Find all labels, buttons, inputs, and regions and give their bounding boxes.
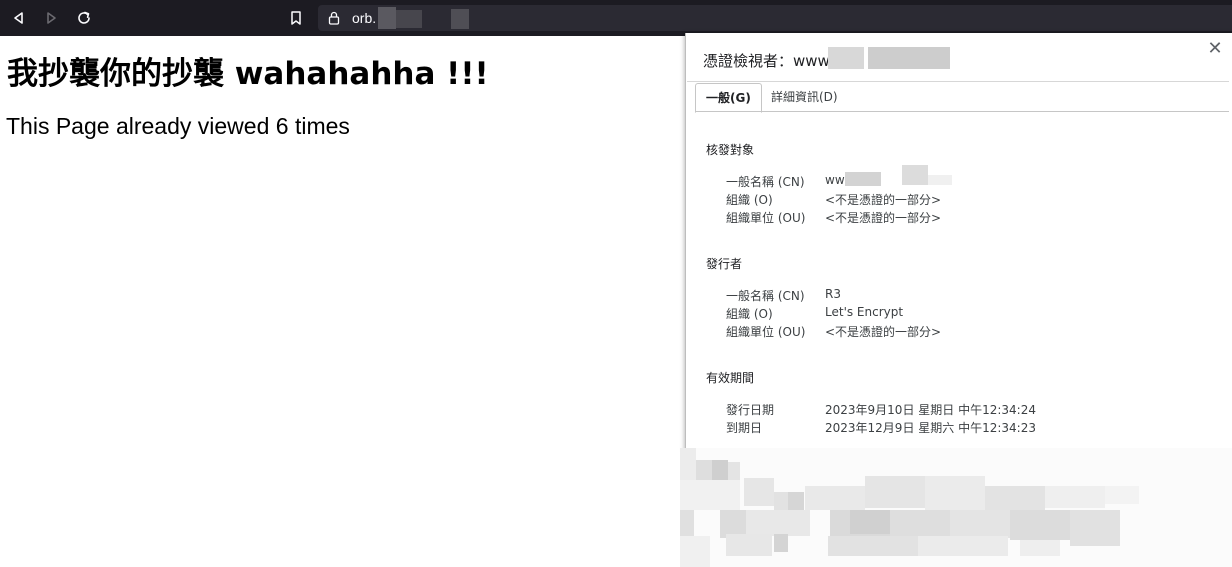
- redacted-region: [680, 448, 1232, 567]
- bookmark-icon: [291, 11, 301, 25]
- url-redaction: [396, 10, 422, 28]
- forward-button[interactable]: [41, 8, 61, 28]
- cert-viewer-title: 憑證檢視者：www.: [703, 50, 833, 71]
- subject-ou-value: <不是憑證的一部分>: [825, 211, 942, 225]
- issued-date-label: 發行日期: [726, 403, 775, 417]
- close-icon: ✕: [1207, 38, 1223, 59]
- issuer-cn-value: R3: [825, 287, 841, 301]
- url-redaction: [378, 7, 396, 29]
- tab-details[interactable]: 詳細資訊(D): [761, 83, 848, 111]
- cert-title-text: 憑證檢視者：www.: [703, 52, 834, 70]
- expiry-date-value: 2023年12月9日 星期六 中午12:34:23: [825, 421, 1036, 435]
- issuer-ou-label: 組織單位 (OU): [726, 325, 806, 339]
- expiry-date-label: 到期日: [726, 421, 763, 435]
- issuer-o-label: 組織 (O): [726, 307, 773, 321]
- subject-cn-value: ww: [825, 173, 845, 187]
- subject-cn-label: 一般名稱 (CN): [726, 175, 805, 189]
- issuer-ou-value: <不是憑證的一部分>: [825, 325, 942, 339]
- cert-panel: [687, 81, 1229, 454]
- bookmark-button[interactable]: [286, 8, 306, 28]
- cn-redaction: [845, 172, 881, 186]
- back-icon: [14, 12, 23, 24]
- issuer-o-value: Let's Encrypt: [825, 305, 904, 319]
- section-title-subject: 核發對象: [706, 143, 755, 157]
- url-text: orb.: [352, 10, 377, 26]
- certificate-viewer: 憑證檢視者：www. ✕ 一般(G) 詳細資訊(D) 核發對象 一般名稱 (CN…: [685, 33, 1232, 454]
- subject-o-value: <不是憑證的一部分>: [825, 193, 942, 207]
- url-redaction: [451, 9, 469, 29]
- lock-icon: [328, 11, 340, 25]
- cn-redaction: [928, 175, 952, 185]
- tab-general[interactable]: 一般(G): [695, 83, 762, 113]
- forward-icon: [47, 12, 56, 24]
- section-title-issuer: 發行者: [706, 257, 743, 271]
- issuer-cn-label: 一般名稱 (CN): [726, 289, 805, 303]
- close-button[interactable]: ✕: [1205, 39, 1225, 59]
- browser-toolbar: orb.: [0, 0, 1232, 36]
- tab-divider: [695, 111, 1229, 112]
- section-title-validity: 有效期間: [706, 371, 755, 385]
- issued-date-value: 2023年9月10日 星期日 中午12:34:24: [825, 403, 1036, 417]
- view-count-text: This Page already viewed 6 times: [6, 113, 350, 139]
- back-button[interactable]: [9, 8, 29, 28]
- url-bar[interactable]: orb.: [318, 5, 1232, 31]
- reload-button[interactable]: [74, 8, 94, 28]
- page-heading: 我抄襲你的抄襲 wahahahha !!!: [7, 56, 489, 92]
- cn-redaction: [902, 165, 928, 185]
- subject-ou-label: 組織單位 (OU): [726, 211, 806, 225]
- title-redaction: [828, 47, 864, 69]
- title-redaction: [868, 47, 950, 69]
- reload-icon: [78, 11, 90, 24]
- subject-o-label: 組織 (O): [726, 193, 773, 207]
